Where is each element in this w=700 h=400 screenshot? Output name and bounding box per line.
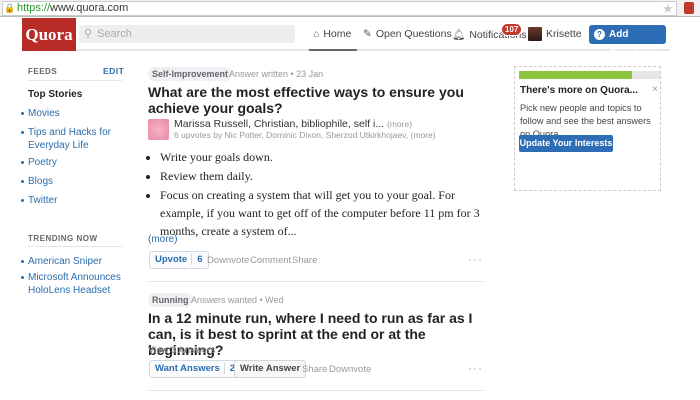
bell-icon: 🔔︎ [452,29,466,41]
trending-hololens[interactable]: Microsoft Announces HoloLens Headset [21,271,128,297]
sidebar-item-tips-hacks[interactable]: Tips and Hacks for Everyday Life [21,126,128,152]
feeds-heading: FEEDS [28,67,58,76]
extension-icon[interactable] [684,2,694,14]
read-more-link[interactable]: (more) [148,234,177,245]
story-meta: Answer written • 23 Jan [229,69,324,79]
nav-home[interactable]: ⌂ Home [313,28,351,40]
answer-bullet: Write your goals down. [160,148,484,166]
url-field[interactable]: https://www.quora.com [2,1,677,16]
add-question-button[interactable]: ? Add Question [589,25,666,59]
trending-heading: TRENDING NOW [28,234,98,243]
topic-tag[interactable]: Self-Improvement [148,67,233,81]
edit-feeds-link[interactable]: EDIT [103,66,124,76]
divider [148,281,484,282]
authors-more-link[interactable]: (more) [387,119,412,129]
bookmark-star-icon[interactable]: ★ [662,1,674,17]
active-tab-indicator [309,49,357,51]
answer-bullet: Focus on creating a system that will get… [160,186,484,240]
search-icon: ⚲ [84,28,93,40]
lock-icon: 🔒 [4,3,16,13]
story-meta: Answers wanted • Wed [191,295,284,305]
upvote-button[interactable]: Upvote 6 [149,251,209,269]
pencil-icon: ✎ [363,28,372,40]
nav-user[interactable]: Krisette [546,28,582,40]
want-answers-button[interactable]: Want Answers 2 [149,360,242,378]
speech-bubble-icon: ? [594,29,605,40]
author-avatar[interactable] [148,119,169,140]
sidebar-item-poetry[interactable]: Poetry [21,156,128,169]
progress-bar [519,71,660,79]
promo-title: There's more on Quora... [520,85,638,96]
sidebar-item-movies[interactable]: Movies [21,107,128,120]
upvoters: 6 upvotes by Nic Potter, Dominic Dixon, … [174,130,436,140]
downvote-button[interactable]: Downvote [207,255,249,266]
progress-fill [519,71,632,79]
close-icon[interactable]: × [652,84,658,95]
question-title[interactable]: What are the most effective ways to ensu… [148,84,488,116]
comment-button[interactable]: Comment [250,255,291,266]
view-answers-link[interactable]: View 3 Answers [148,345,216,355]
home-icon: ⌂ [313,28,320,40]
topic-tag[interactable]: Running [148,293,193,307]
write-answer-button[interactable]: Write Answer [234,360,307,378]
answer-body: Write your goals down. Review them daily… [148,148,484,240]
search-input[interactable]: ⚲ Search [79,25,295,43]
divider [28,80,122,81]
quora-logo[interactable]: Quora [22,18,76,51]
upvoters-more-link[interactable]: (more) [411,130,436,140]
sidebar-item-twitter[interactable]: Twitter [21,194,128,207]
update-interests-button[interactable]: Update Your Interests [519,135,613,152]
divider [28,246,122,247]
more-options-icon[interactable]: ··· [468,361,483,375]
trending-american-sniper[interactable]: American Sniper [21,255,128,268]
user-avatar[interactable] [528,27,542,41]
downvote-button[interactable]: Downvote [329,364,371,375]
more-options-icon[interactable]: ··· [468,252,483,266]
share-button[interactable]: Share [302,364,327,375]
divider [148,390,484,391]
answer-bullet: Review them daily. [160,167,484,185]
sidebar-item-blogs[interactable]: Blogs [21,175,128,188]
share-button[interactable]: Share [292,255,317,266]
sidebar-item-top-stories[interactable]: Top Stories [28,89,82,100]
notifications-badge: 107 [501,23,523,36]
nav-open-questions[interactable]: ✎ Open Questions [363,28,452,40]
answer-authors: Marissa Russell, Christian, bibliophile,… [174,118,413,130]
